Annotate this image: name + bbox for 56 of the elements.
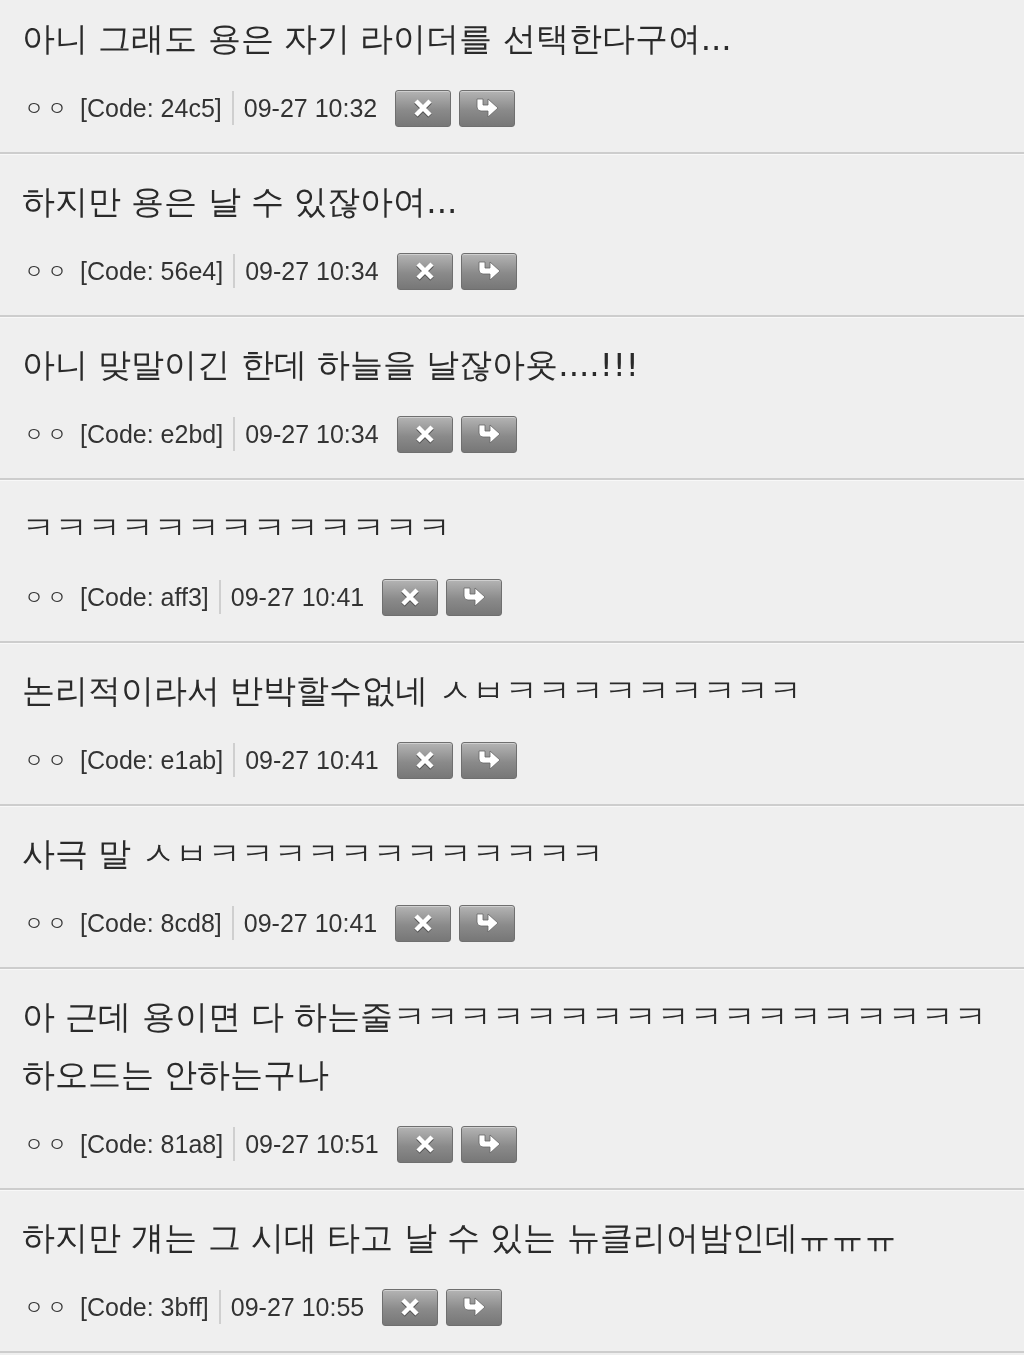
close-icon xyxy=(399,586,422,608)
reply-button[interactable] xyxy=(460,1125,517,1163)
reply-button[interactable] xyxy=(459,89,516,127)
reply-button[interactable] xyxy=(446,1288,503,1326)
close-icon xyxy=(412,97,435,119)
comment-text: 아 근데 용이면 다 하는줄ㅋㅋㅋㅋㅋㅋㅋㅋㅋㅋㅋㅋㅋㅋㅋㅋㅋㅋ 하오드는 안하는구나 xyxy=(22,997,989,1096)
delete-button[interactable] xyxy=(396,252,453,290)
close-icon xyxy=(399,1296,422,1318)
comment-time: 09-27 10:41 xyxy=(230,582,365,612)
delete-button[interactable] xyxy=(382,578,439,616)
comment-author: ㅇㅇ xyxy=(24,258,70,284)
comment-code: [Code: e2bd] xyxy=(80,419,224,449)
comment-author: ㅇㅇ xyxy=(24,95,70,121)
delete-button[interactable] xyxy=(396,741,453,779)
comment-code: [Code: 81a8] xyxy=(80,1129,224,1159)
comment-code: [Code: e1ab] xyxy=(80,745,224,775)
delete-button[interactable] xyxy=(395,89,452,127)
comment-text: ㅋㅋㅋㅋㅋㅋㅋㅋㅋㅋㅋㅋㅋ xyxy=(22,508,451,549)
comment-author: ㅇㅇ xyxy=(24,910,70,936)
comment-code: [Code: 24c5] xyxy=(80,93,222,123)
reply-button[interactable] xyxy=(460,415,517,453)
comment-text: 하지만 걔는 그 시대 타고 날 수 있는 뉴클리어밤인데ㅠㅠㅠ xyxy=(22,1218,897,1259)
delete-button[interactable] xyxy=(395,904,452,942)
comment-code: [Code: aff3] xyxy=(80,582,209,612)
close-icon xyxy=(413,1133,436,1155)
comment-text: 논리적이라서 반박할수없네 ㅅㅂㅋㅋㅋㅋㅋㅋㅋㅋㅋ xyxy=(22,671,802,712)
comment-time: 09-27 10:34 xyxy=(245,419,379,449)
comment-text: 하지만 용은 날 수 있잖아여... xyxy=(22,182,458,223)
comment-time: 09-27 10:41 xyxy=(243,908,378,938)
reply-button[interactable] xyxy=(460,252,517,290)
comment-author: ㅇㅇ xyxy=(24,584,70,610)
reply-button[interactable] xyxy=(446,578,503,616)
comment-author: ㅇㅇ xyxy=(24,747,70,773)
comment-author: ㅇㅇ xyxy=(24,1131,70,1157)
comment-time: 09-27 10:34 xyxy=(245,256,379,286)
reply-button[interactable] xyxy=(459,904,516,942)
comment-author: ㅇㅇ xyxy=(24,421,70,447)
comment-text: 아니 맞말이긴 한데 하늘을 날잖아욧....!!! xyxy=(22,345,639,386)
comment-time: 09-27 10:55 xyxy=(230,1292,365,1322)
comment-time: 09-27 10:51 xyxy=(245,1129,379,1159)
comment-text: 아니 그래도 용은 자기 라이더를 선택한다구여... xyxy=(22,19,732,60)
delete-button[interactable] xyxy=(396,1125,453,1163)
close-icon xyxy=(412,912,435,934)
comment-author: ㅇㅇ xyxy=(24,1294,70,1320)
close-icon xyxy=(413,749,436,771)
delete-button[interactable] xyxy=(396,415,453,453)
comment-time: 09-27 10:32 xyxy=(243,93,378,123)
comment-code: [Code: 8cd8] xyxy=(80,908,222,938)
comment-code: [Code: 56e4] xyxy=(80,256,224,286)
delete-button[interactable] xyxy=(382,1288,439,1326)
comment-text: 사극 말 ㅅㅂㅋㅋㅋㅋㅋㅋㅋㅋㅋㅋㅋㅋ xyxy=(22,834,604,875)
close-icon xyxy=(413,260,436,282)
comment-code: [Code: 3bff] xyxy=(80,1292,209,1322)
close-icon xyxy=(413,423,436,445)
reply-button[interactable] xyxy=(460,741,517,779)
comment-time: 09-27 10:41 xyxy=(245,745,379,775)
